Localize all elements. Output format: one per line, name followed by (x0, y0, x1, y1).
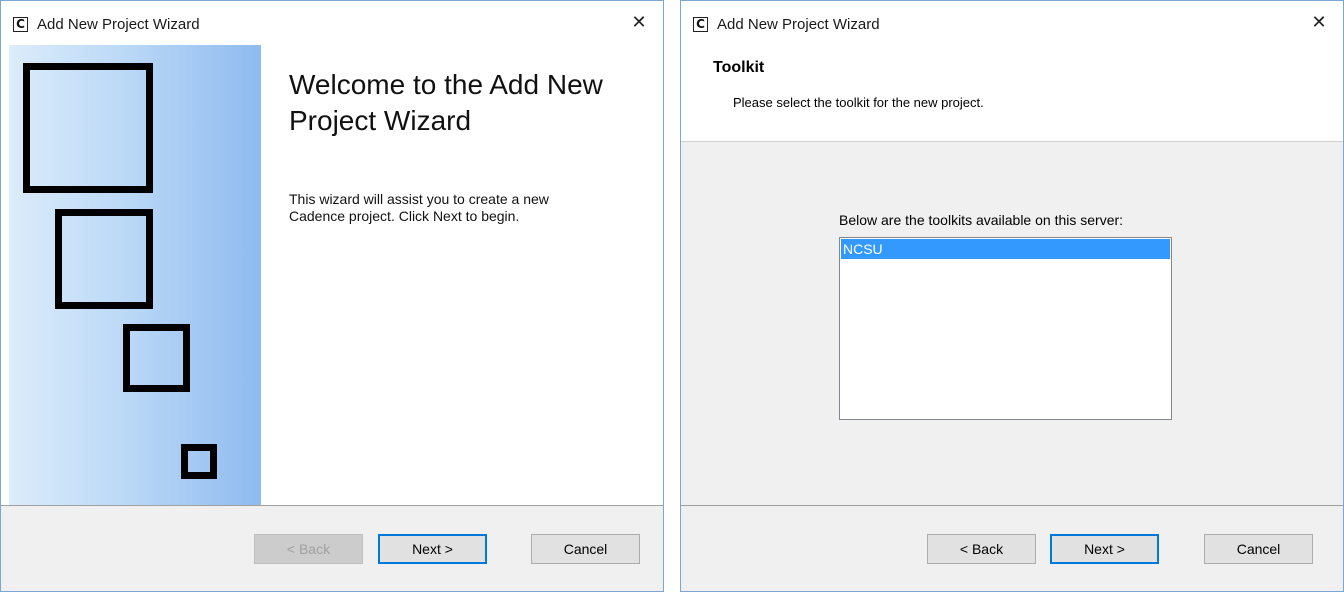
wizard-window-toolkit: C Add New Project Wizard ✕ Toolkit Pleas… (680, 0, 1344, 592)
close-icon[interactable]: ✕ (627, 11, 651, 35)
banner-square-large (23, 63, 153, 193)
next-button[interactable]: Next > (378, 534, 487, 564)
cancel-button[interactable]: Cancel (531, 534, 640, 564)
title-bar: C Add New Project Wizard ✕ (681, 1, 1343, 45)
cadence-app-icon: C (693, 17, 708, 32)
next-button[interactable]: Next > (1050, 534, 1159, 564)
wizard-footer: < Back Next > Cancel (681, 505, 1343, 591)
banner-square-medium (55, 209, 153, 309)
cancel-button[interactable]: Cancel (1204, 534, 1313, 564)
close-icon[interactable]: ✕ (1307, 11, 1331, 35)
page-subtitle: Please select the toolkit for the new pr… (733, 95, 984, 110)
welcome-heading: Welcome to the Add New Project Wizard (289, 69, 603, 136)
back-button[interactable]: < Back (254, 534, 363, 564)
wizard-side-banner (9, 45, 261, 507)
banner-square-tiny (181, 444, 217, 479)
wizard-footer: < Back Next > Cancel (1, 505, 663, 591)
welcome-description: This wizard will assist you to create a … (289, 191, 549, 224)
toolkit-list-item[interactable]: NCSU (841, 239, 1170, 259)
banner-square-small (123, 324, 190, 392)
wizard-page-header: Toolkit Please select the toolkit for th… (681, 45, 1343, 142)
toolkit-listbox[interactable]: NCSU (839, 237, 1172, 420)
window-title: Add New Project Wizard (37, 16, 200, 33)
title-bar: C Add New Project Wizard ✕ (1, 1, 663, 45)
wizard-content: Below are the toolkits available on this… (681, 142, 1343, 505)
back-button[interactable]: < Back (927, 534, 1036, 564)
cadence-app-icon: C (13, 17, 28, 32)
window-title: Add New Project Wizard (717, 16, 880, 33)
wizard-window-welcome: C Add New Project Wizard ✕ Welcome to th… (0, 0, 664, 592)
toolkit-list-label: Below are the toolkits available on this… (839, 212, 1124, 228)
page-title: Toolkit (713, 59, 765, 76)
